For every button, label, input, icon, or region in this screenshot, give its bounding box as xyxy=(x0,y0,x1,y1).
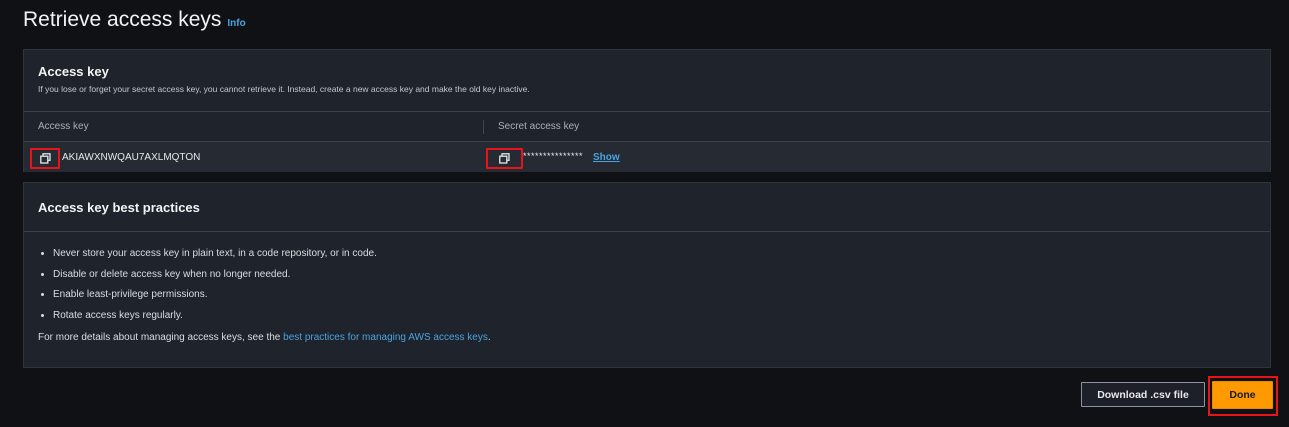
secret-key-masked: *************** xyxy=(523,151,584,161)
best-practices-link[interactable]: best practices for managing AWS access k… xyxy=(283,332,488,343)
more-details-prefix: For more details about managing access k… xyxy=(38,332,284,343)
list-item: Rotate access keys regularly. xyxy=(38,310,1270,331)
done-button[interactable]: Done xyxy=(1212,381,1273,409)
access-key-panel-title: Access key xyxy=(38,64,109,79)
download-csv-button[interactable]: Download .csv file xyxy=(1081,382,1205,407)
more-details-text: For more details about managing access k… xyxy=(24,332,1270,343)
copy-secret-key-button[interactable] xyxy=(486,148,523,169)
copy-icon xyxy=(39,153,51,164)
access-key-column-header: Access key xyxy=(38,121,89,132)
access-key-panel-description: If you lose or forget your secret access… xyxy=(38,84,530,94)
secret-key-column-header: Secret access key xyxy=(498,121,580,132)
show-secret-link[interactable]: Show xyxy=(593,152,620,163)
column-divider xyxy=(483,120,484,134)
page-header: Retrieve access keys Info xyxy=(23,8,246,32)
best-practices-header: Access key best practices xyxy=(24,183,1270,232)
page-title: Retrieve access keys xyxy=(23,8,222,31)
more-details-suffix: . xyxy=(487,332,491,343)
list-item: Enable least-privilege permissions. xyxy=(38,289,1270,310)
list-item: Disable or delete access key when no lon… xyxy=(38,269,1270,290)
copy-access-key-button[interactable] xyxy=(30,148,60,169)
best-practices-list: Never store your access key in plain tex… xyxy=(24,232,1270,330)
list-item: Never store your access key in plain tex… xyxy=(38,248,1270,269)
access-key-panel: Access key If you lose or forget your se… xyxy=(23,49,1271,172)
copy-icon xyxy=(499,153,510,164)
best-practices-panel: Access key best practices Never store yo… xyxy=(23,182,1271,368)
access-key-panel-header: Access key If you lose or forget your se… xyxy=(24,50,1270,94)
retrieve-access-keys-page: Retrieve access keys Info Access key If … xyxy=(0,0,1289,427)
best-practices-title: Access key best practices xyxy=(38,200,200,215)
info-link[interactable]: Info xyxy=(227,18,245,29)
key-table-header: Access key Secret access key xyxy=(24,111,1270,141)
key-table-row: AKIAWXNWQAU7AXLMQTON *************** Sho… xyxy=(24,141,1270,172)
access-key-value: AKIAWXNWQAU7AXLMQTON xyxy=(62,152,201,163)
